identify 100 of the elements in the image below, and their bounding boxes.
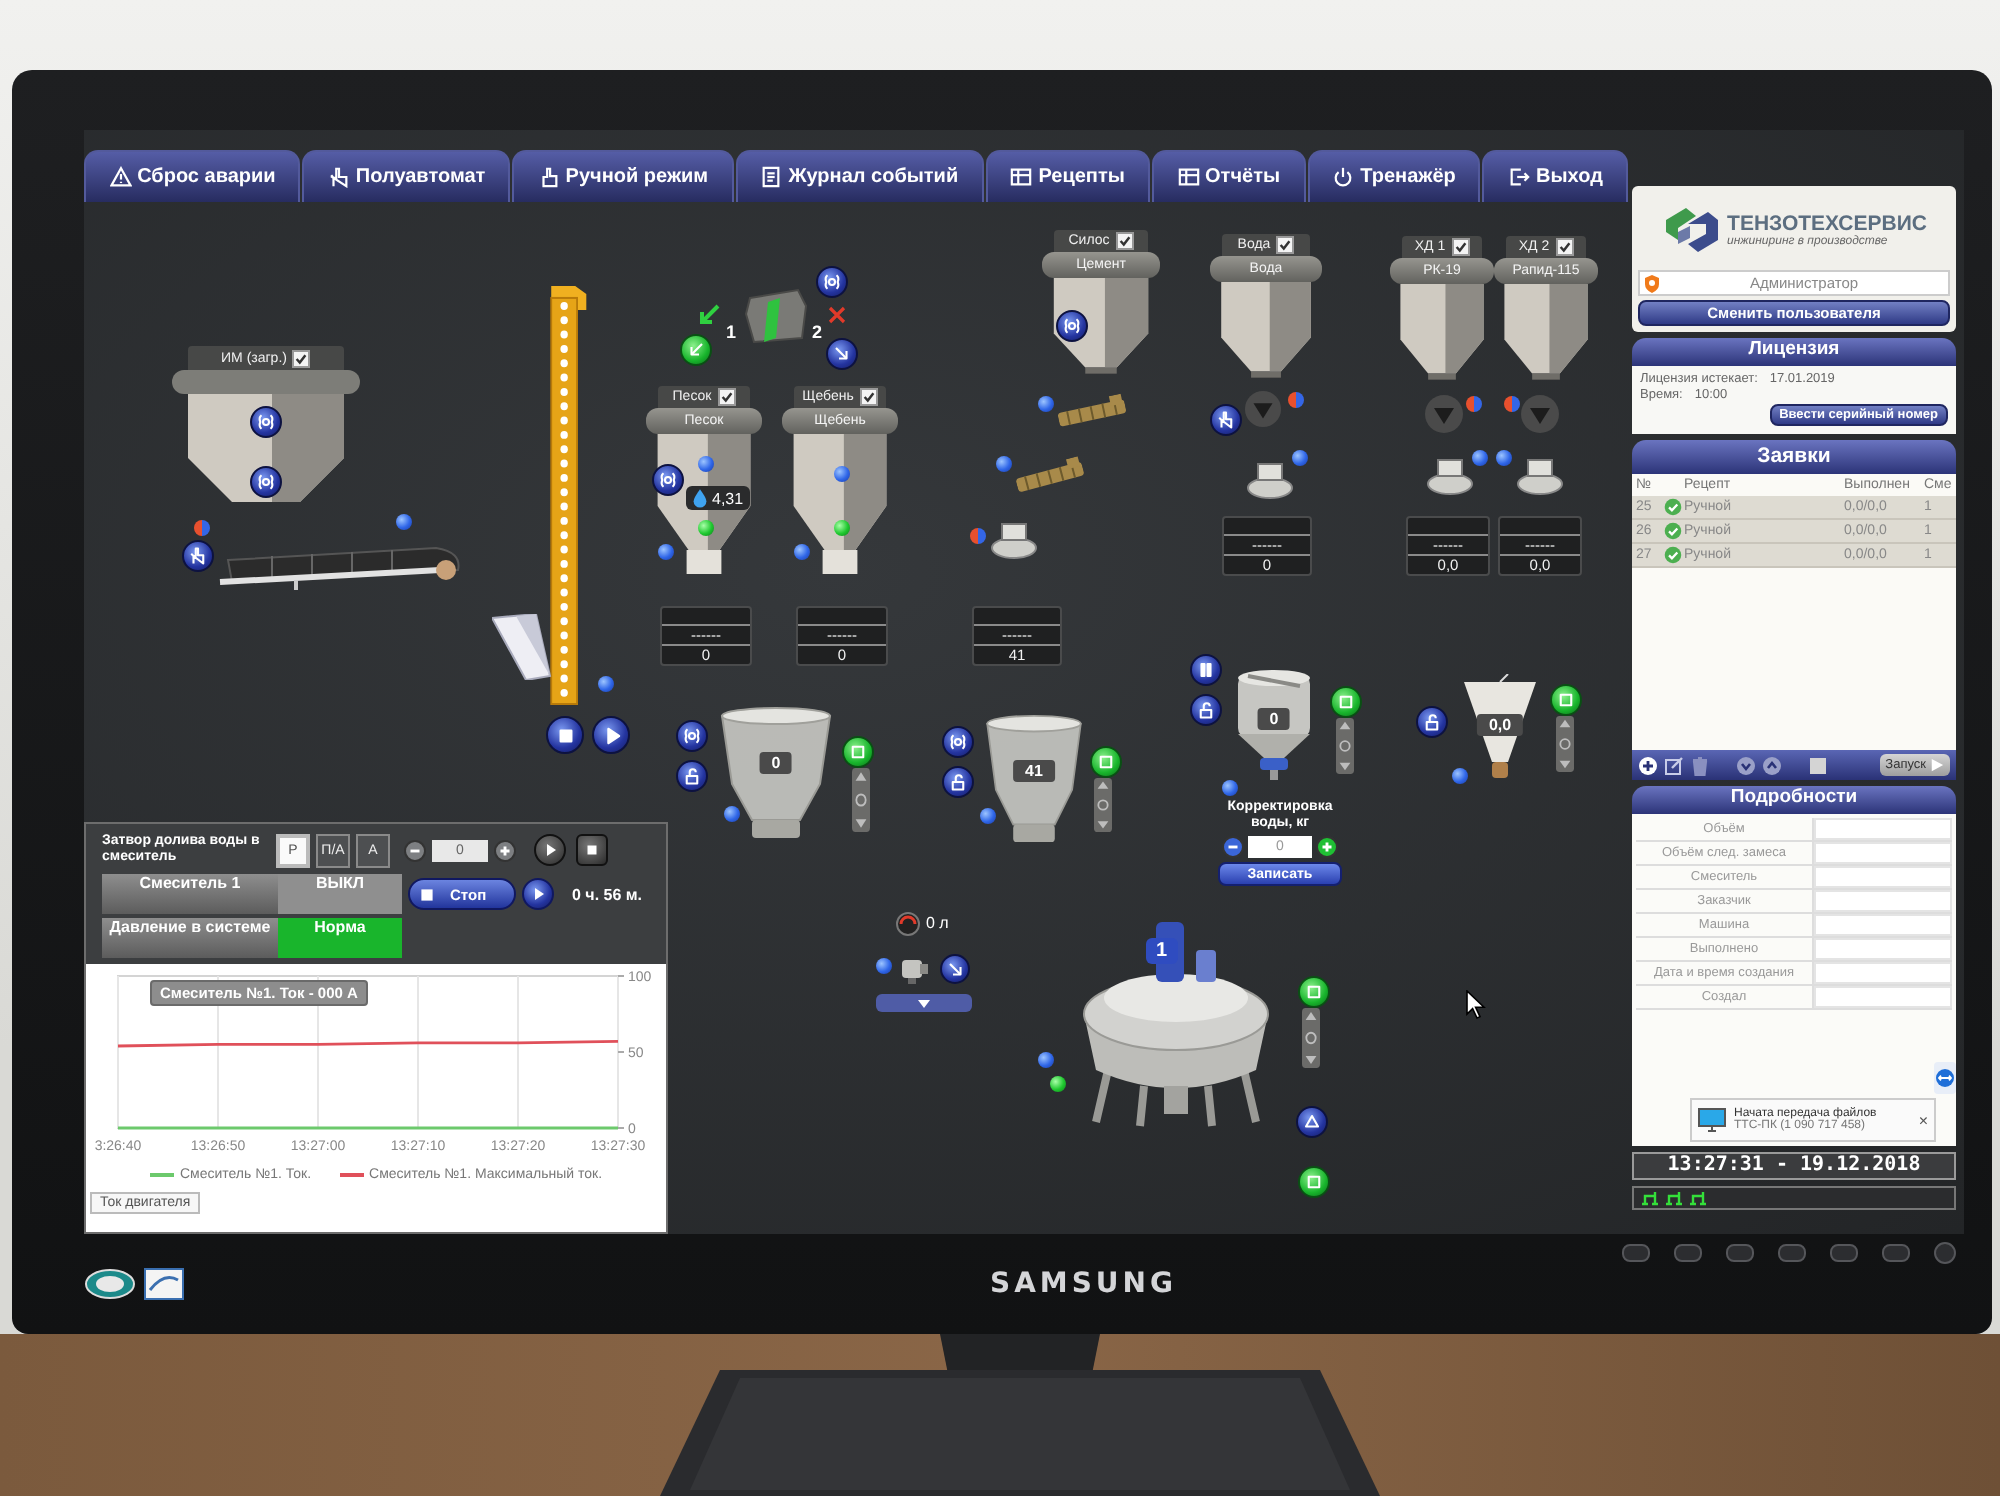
checkbox[interactable] — [292, 349, 311, 367]
status-dot-icon — [724, 806, 740, 822]
vibrator-button[interactable] — [652, 464, 684, 496]
shield-icon — [1644, 273, 1660, 294]
scale-drawing — [1246, 460, 1294, 500]
status-dot-icon — [1496, 450, 1512, 466]
start-button[interactable] — [1298, 1166, 1330, 1198]
table-icon — [1010, 166, 1033, 188]
stop-button[interactable] — [546, 716, 584, 754]
start-button[interactable] — [842, 736, 874, 768]
hand-icon — [1214, 408, 1238, 432]
selector-control[interactable] — [876, 994, 972, 1012]
manual-button[interactable] — [1210, 404, 1242, 436]
position-label: 2 — [812, 322, 823, 342]
two-tone-dot-icon — [194, 520, 210, 536]
weigh-hopper-drawing — [716, 704, 836, 840]
nav-tab[interactable]: Полуавтомат — [302, 150, 511, 202]
moisture-value: 4,31 — [712, 489, 744, 507]
gearbox-drawing — [898, 954, 930, 986]
unlock-button[interactable] — [1190, 694, 1222, 726]
monitor-button[interactable] — [1830, 1244, 1858, 1262]
increase-button[interactable] — [494, 839, 516, 861]
edit-icon[interactable] — [1664, 755, 1684, 775]
nav-tab[interactable]: Сброс аварии — [84, 150, 301, 202]
nav-tab[interactable]: Ручной режим — [512, 150, 734, 202]
monitor-button[interactable] — [1674, 1244, 1702, 1262]
vibrator-button[interactable] — [816, 266, 848, 298]
monitor-button[interactable] — [1882, 1244, 1910, 1262]
nav-tab[interactable]: Рецепты — [985, 150, 1150, 202]
nav-tab[interactable]: Журнал событий — [735, 150, 984, 202]
stop-icon[interactable] — [1808, 755, 1828, 775]
vibrator-button[interactable] — [942, 726, 974, 758]
close-button[interactable]: × — [1918, 1111, 1928, 1129]
manual-button[interactable] — [182, 540, 214, 572]
start-button[interactable] — [1330, 686, 1362, 718]
move-down-icon[interactable] — [1736, 755, 1756, 775]
checkbox[interactable] — [717, 388, 736, 406]
stop-button[interactable] — [576, 834, 608, 866]
power-icon — [1332, 166, 1355, 188]
nav-tab[interactable]: Тренажёр — [1307, 150, 1481, 202]
add-icon[interactable] — [1638, 755, 1658, 775]
monitor-button[interactable] — [1726, 1244, 1754, 1262]
play-button[interactable] — [592, 716, 630, 754]
padlock-icon — [1420, 710, 1444, 734]
unlock-button[interactable] — [942, 766, 974, 798]
square-icon — [846, 740, 870, 764]
square-icon — [1334, 690, 1358, 714]
section-title: Лицензия — [1632, 338, 1956, 366]
decrease-button[interactable] — [1222, 836, 1244, 858]
status-dot-icon — [980, 808, 996, 824]
vibration-icon — [254, 410, 278, 434]
mouse-cursor-icon — [1466, 990, 1486, 1020]
position-label: 1 — [726, 322, 737, 342]
direction-button[interactable] — [940, 954, 970, 984]
nav-tab[interactable]: Отчёты — [1151, 150, 1306, 202]
raise-button[interactable] — [1296, 1106, 1328, 1138]
checkbox[interactable] — [1555, 238, 1574, 256]
unlock-button[interactable] — [676, 760, 708, 792]
trash-icon[interactable] — [1690, 755, 1710, 775]
start-button[interactable] — [1090, 746, 1122, 778]
move-up-icon[interactable] — [1762, 755, 1782, 775]
vibration-icon — [820, 270, 844, 294]
power-button[interactable] — [1934, 1242, 1956, 1264]
play-button[interactable] — [534, 834, 566, 866]
unlock-button[interactable] — [1416, 706, 1448, 738]
mixer-number: 1 — [1146, 938, 1178, 964]
checkbox[interactable] — [1115, 232, 1134, 250]
valve-drawing — [1244, 390, 1282, 428]
increase-button[interactable] — [1316, 836, 1338, 858]
two-tone-dot-icon — [970, 528, 986, 544]
gauge-icon — [896, 912, 920, 936]
decrease-button[interactable] — [404, 839, 426, 861]
nav-tab[interactable]: Выход — [1482, 150, 1628, 202]
section-title: Подробности — [1632, 786, 1956, 814]
table-icon — [1177, 166, 1200, 188]
vibrator-button[interactable] — [676, 720, 708, 752]
pause-button[interactable] — [1190, 654, 1222, 686]
checkbox[interactable] — [1276, 236, 1295, 254]
scale-drawing — [1516, 456, 1564, 496]
padlock-icon — [1194, 698, 1218, 722]
status-dot-icon — [396, 514, 412, 530]
monitor-button[interactable] — [1778, 1244, 1806, 1262]
hand-icon — [186, 544, 210, 568]
vibration-icon — [680, 724, 704, 748]
vibration-icon — [656, 468, 680, 492]
status-dot-icon — [1050, 1076, 1066, 1092]
start-button[interactable] — [1298, 976, 1330, 1008]
play-button[interactable] — [522, 878, 554, 910]
checkbox[interactable] — [1451, 238, 1470, 256]
direction-button[interactable] — [680, 334, 712, 366]
checkbox[interactable] — [859, 388, 878, 406]
energy-logo-icon — [144, 1268, 184, 1300]
start-button[interactable] — [1550, 684, 1582, 716]
direction-button[interactable] — [826, 338, 858, 370]
arrow-icon — [943, 957, 967, 981]
status-dot-icon — [1472, 450, 1488, 466]
arrow-icon — [684, 338, 708, 362]
status-dot-icon — [996, 456, 1012, 472]
logo-icon — [1661, 203, 1722, 256]
monitor-button[interactable] — [1622, 1244, 1650, 1262]
